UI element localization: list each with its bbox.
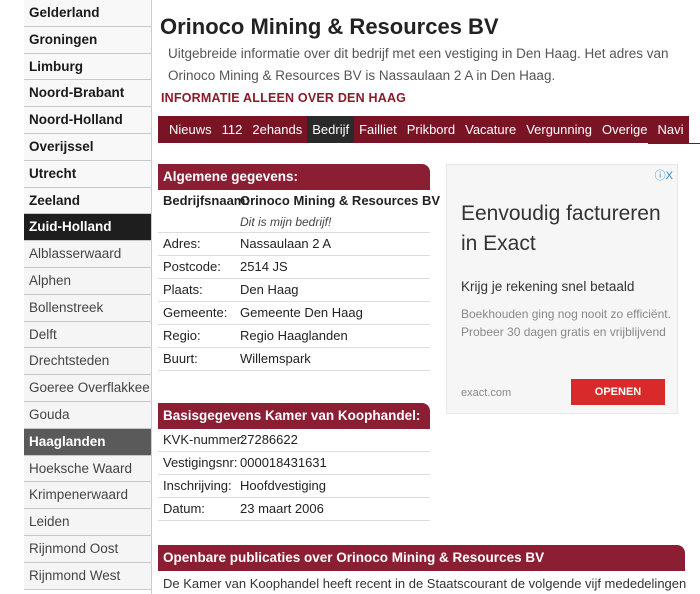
sidebar-item-groningen[interactable]: Groningen [24,26,151,54]
field-label: Regio: [163,328,201,343]
company-name-row: Bedrijfsnaam: Orinoco Mining & Resources… [158,190,440,213]
nav-failliet[interactable]: Failliet [354,116,402,143]
nav-nieuws[interactable]: Nieuws [164,116,217,143]
field-value: Nassaulaan 2 A [240,236,332,251]
nav-vacature[interactable]: Vacature [460,116,521,143]
table-row: Inschrijving: Hoofdvestiging [158,475,430,498]
ad-domain: exact.com [461,387,512,399]
kvk-heading: Basisgegevens Kamer van Koophandel: [158,403,430,429]
ad-description: Boekhouden ging nog nooit zo efficiënt. … [461,307,671,339]
field-value: Willemspark [240,351,311,366]
ad-subtitle: Krijg je rekening snel betaald [461,279,635,294]
table-row: Plaats: Den Haag [158,279,430,302]
sidebar-item-alblasserwaard[interactable]: Alblasserwaard [24,241,151,268]
sidebar-item-leiden[interactable]: Leiden [24,509,151,536]
sidebar-item-rijnmond-oost[interactable]: Rijnmond Oost [24,535,151,563]
sidebar-item-krimpenerwaard[interactable]: Krimpenerwaard [24,482,151,510]
sidebar-item-haaglanden[interactable]: Haaglanden [24,428,151,456]
field-label: Postcode: [163,259,221,274]
claim-company-link[interactable]: Dit is mijn bedrijf! [240,213,430,232]
sidebar-item-bollenstreek[interactable]: Bollenstreek [24,294,151,322]
field-value: Regio Haaglanden [240,328,348,343]
field-value: Gemeente Den Haag [240,305,363,320]
ad-choices-icon[interactable]: ⓘX [655,167,673,183]
sidebar-item-rijnmond-west[interactable]: Rijnmond West [24,562,151,590]
nav-overige[interactable]: Overige [597,116,653,143]
page-title: Orinoco Mining & Resources BV [160,14,499,39]
nav-navi[interactable]: Navi [653,116,689,143]
sidebar-item-delft[interactable]: Delft [24,321,151,349]
claim-row: Dit is mijn bedrijf! [158,213,430,233]
sidebar-item-gouda[interactable]: Gouda [24,401,151,429]
nav-bedrijf[interactable]: Bedrijf [307,116,355,143]
nav-2ehands[interactable]: 2ehands [247,116,307,143]
sidebar-item-gelderland[interactable]: Gelderland [24,0,151,27]
sidebar-item-zuid-holland[interactable]: Zuid-Holland [24,214,151,242]
table-row: Datum: 23 maart 2006 [158,498,430,521]
sidebar: Gelderland Groningen Limburg Noord-Braba… [24,0,152,594]
field-label: Gemeente: [163,305,228,320]
sidebar-item-noord-brabant[interactable]: Noord-Brabant [24,80,151,108]
field-value: 27286622 [240,432,298,447]
table-row: Adres: Nassaulaan 2 A [158,233,430,256]
field-value: 23 maart 2006 [240,501,324,516]
kvk-card: Basisgegevens Kamer van Koophandel: KVK-… [158,403,430,521]
publications-section: Openbare publicaties over Orinoco Mining… [158,545,687,591]
field-value: Hoofdvestiging [240,478,326,493]
field-label: Datum: [163,501,205,516]
field-value: 000018431631 [240,455,327,470]
sidebar-item-limburg[interactable]: Limburg [24,53,151,81]
advertisement[interactable]: ⓘX Eenvoudig factureren in Exact Krijg j… [446,164,678,414]
nav-112[interactable]: 112 [217,116,248,143]
company-name-label: Bedrijfsnaam: [163,193,250,208]
field-value: 2514 JS [240,259,288,274]
sidebar-item-goeree-overflakkee[interactable]: Goeree Overflakkee [24,375,151,402]
nav-prikbord[interactable]: Prikbord [402,116,460,143]
publications-text: De Kamer van Koophandel heeft recent in … [163,576,687,591]
table-row: Vestigingsnr: 000018431631 [158,452,430,475]
general-info-card: Algemene gegevens: Bedrijfsnaam: Orinoco… [158,164,440,371]
table-row: Postcode: 2514 JS [158,256,430,279]
nav-vergunning[interactable]: Vergunning [521,116,597,143]
sidebar-item-utrecht[interactable]: Utrecht [24,160,151,188]
intro-text: Uitgebreide informatie over dit bedrijf … [168,46,669,83]
sidebar-item-drechtsteden[interactable]: Drechtsteden [24,348,151,376]
sidebar-item-hoeksche-waard[interactable]: Hoeksche Waard [24,455,151,483]
table-row: Gemeente: Gemeente Den Haag [158,302,430,325]
field-label: KVK-nummer: [163,432,245,447]
field-label: Plaats: [163,282,203,297]
main-content: Orinoco Mining & Resources BV Uitgebreid… [158,0,700,594]
field-label: Inschrijving: [163,478,232,493]
general-info-heading: Algemene gegevens: [158,164,430,190]
ad-title[interactable]: Eenvoudig factureren in Exact [461,199,671,259]
ad-open-button[interactable]: OPENEN [571,379,665,405]
publications-heading: Openbare publicaties over Orinoco Mining… [158,545,685,571]
sidebar-item-noord-holland[interactable]: Noord-Holland [24,107,151,134]
sidebar-item-overijssel[interactable]: Overijssel [24,133,151,161]
table-row: Buurt: Willemspark [158,348,430,371]
table-row: KVK-nummer: 27286622 [158,429,430,452]
table-row: Regio: Regio Haaglanden [158,325,430,348]
nav-divider [648,143,700,144]
sidebar-item-alphen[interactable]: Alphen [24,267,151,295]
category-nav: Nieuws 112 2ehands Bedrijf Failliet Prik… [158,116,689,143]
company-name-value: Orinoco Mining & Resources BV [240,193,441,208]
field-label: Buurt: [163,351,198,366]
info-scope-label: INFORMATIE ALLEEN OVER DEN HAAG [161,91,407,105]
sidebar-item-zeeland[interactable]: Zeeland [24,187,151,215]
field-value: Den Haag [240,282,299,297]
field-label: Adres: [163,236,201,251]
field-label: Vestigingsnr: [163,455,238,470]
